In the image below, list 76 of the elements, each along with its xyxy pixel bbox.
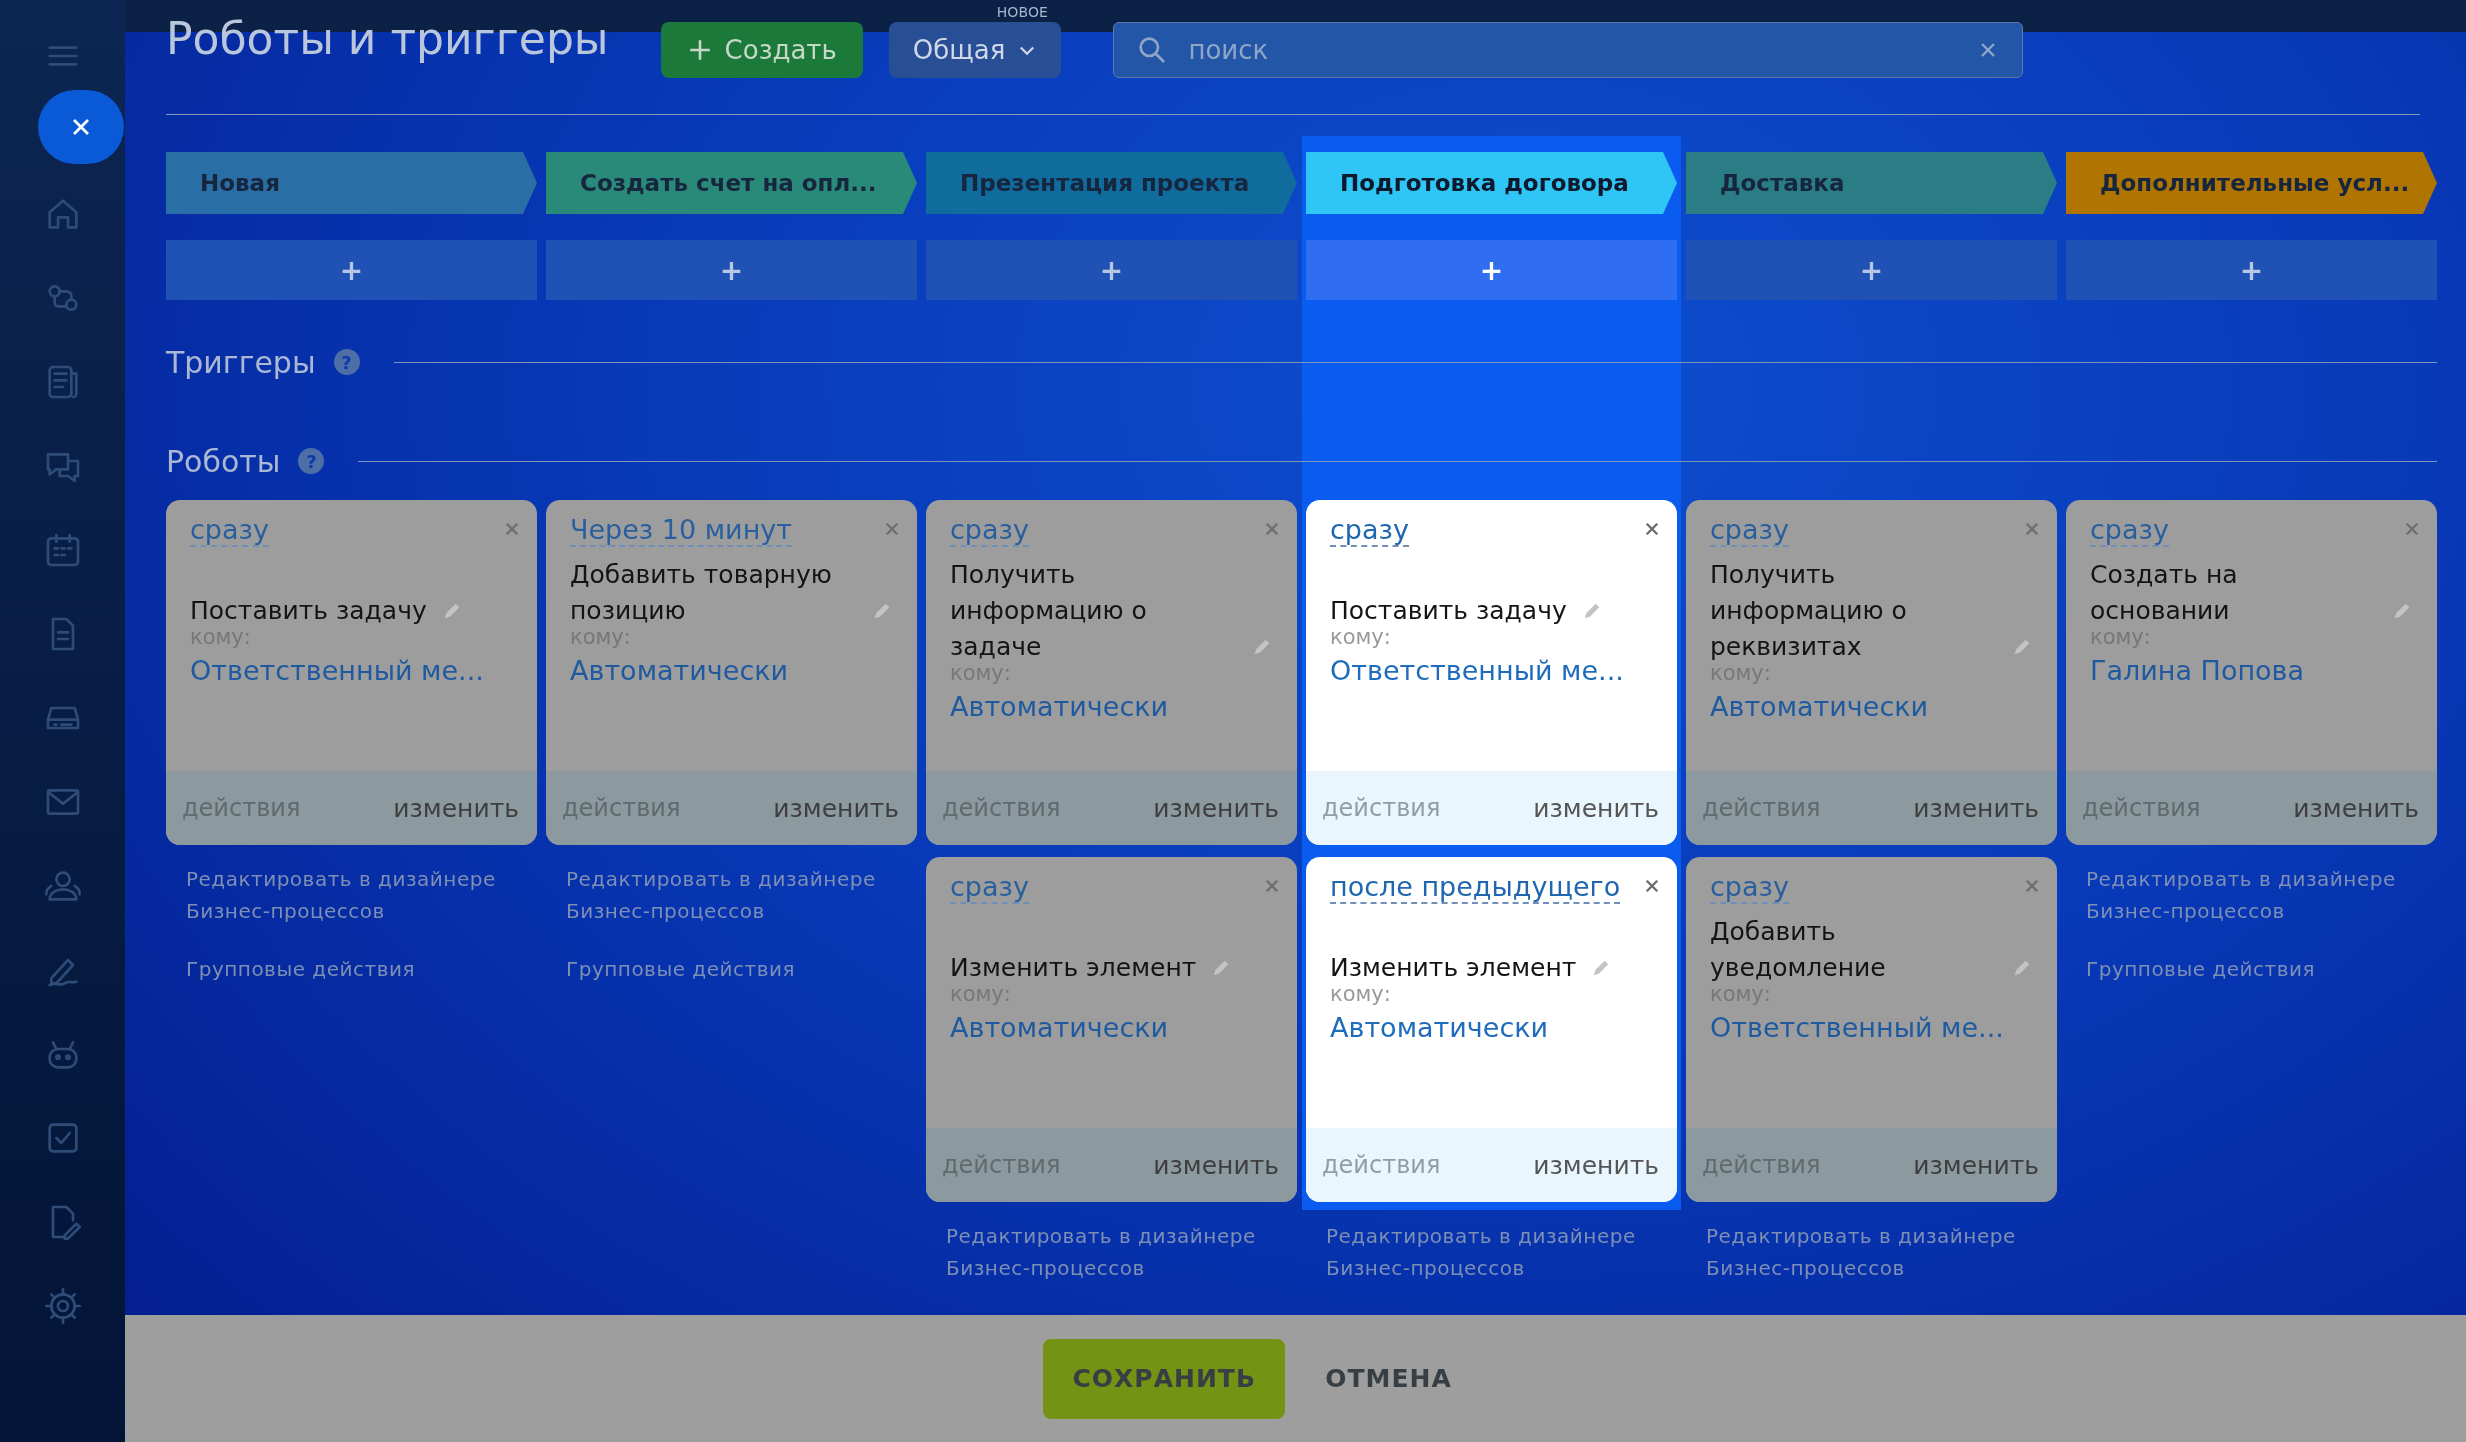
recipient-link[interactable]: Автоматически	[570, 655, 893, 687]
timing-link[interactable]: сразу	[950, 514, 1029, 548]
timing-link[interactable]: сразу	[2090, 514, 2169, 548]
robot-title: Изменить элемент	[1330, 952, 1577, 985]
recipient-link[interactable]: Автоматически	[1710, 691, 2033, 723]
robot-title: Поставить задачу	[190, 595, 427, 628]
recipient-label: кому:	[1330, 625, 1392, 650]
stage-tab[interactable]: Новая	[166, 152, 537, 214]
stage-tab[interactable]: Дополнительные усл...	[2066, 152, 2437, 214]
add-trigger-button[interactable]: +	[1686, 240, 2057, 300]
recipient-link[interactable]: Ответственный ме...	[190, 655, 513, 687]
robot-title: Добавить товарную позицию	[570, 559, 833, 628]
stage-tab[interactable]: Подготовка договора	[1306, 152, 1677, 214]
edit-link[interactable]: изменить	[1153, 793, 1281, 823]
designer-link[interactable]: Редактировать в дизайнере Бизнес-процессов	[1706, 1220, 2036, 1284]
robot-title: Изменить элемент	[950, 952, 1197, 985]
create-button[interactable]: Создать	[660, 22, 863, 78]
recipient-link[interactable]: Автоматически	[950, 1012, 1273, 1044]
timing-link[interactable]: сразу	[190, 514, 269, 548]
save-button[interactable]: СОХРАНИТЬ	[1043, 1338, 1286, 1419]
robot-title: Получить информацию о реквизитах	[1710, 559, 1908, 664]
designer-link[interactable]: Редактировать в дизайнере Бизнес-процессов	[946, 1220, 1276, 1284]
designer-link[interactable]: Редактировать в дизайнере Бизнес-процессов	[1326, 1220, 1656, 1284]
actions-label: действия	[1322, 794, 1441, 822]
timing-link[interactable]: сразу	[1710, 514, 1789, 548]
designer-link[interactable]: Групповые действия	[186, 953, 516, 985]
designer-link[interactable]: Групповые действия	[566, 953, 896, 985]
edit-link[interactable]: изменить	[1913, 793, 2041, 823]
close-button[interactable]	[37, 90, 124, 164]
edit-link[interactable]: изменить	[1153, 1150, 1281, 1180]
help-button[interactable]: ?	[298, 448, 325, 474]
timing-link[interactable]: сразу	[1710, 871, 1789, 905]
robot-title: Создать на основании	[2090, 559, 2239, 628]
close-icon[interactable]	[1643, 877, 1661, 895]
help-button[interactable]: ?	[333, 349, 360, 375]
new-label: НОВОЕ	[996, 4, 1048, 20]
add-trigger-button[interactable]: +	[2066, 240, 2437, 300]
recipient-link[interactable]: Автоматически	[950, 691, 1273, 723]
stage-tab[interactable]: Создать счет на опл...	[546, 152, 917, 214]
edit-link[interactable]: изменить	[2293, 793, 2421, 823]
robot-title: Добавить уведомление	[1710, 916, 1887, 985]
settings-icon[interactable]	[42, 1286, 83, 1326]
robot-title: Получить информацию о задаче	[950, 559, 1148, 664]
robot-title: Поставить задачу	[1330, 595, 1567, 628]
close-icon[interactable]	[1643, 520, 1661, 538]
edit-link[interactable]: изменить	[393, 793, 521, 823]
section-title: Роботы	[166, 443, 281, 479]
edit-link[interactable]: изменить	[1533, 793, 1661, 823]
mode-dropdown[interactable]: Общая	[888, 22, 1062, 78]
edit-link[interactable]: изменить	[1533, 1150, 1661, 1180]
recipient-link[interactable]: Галина Попова	[2090, 655, 2413, 687]
designer-link[interactable]: Редактировать в дизайнере Бизнес-процессов	[2086, 863, 2416, 927]
search-input[interactable]: поиск	[1186, 34, 1959, 66]
recipient-link[interactable]: Автоматически	[1330, 1012, 1653, 1044]
timing-link[interactable]: Через 10 минут	[570, 514, 793, 548]
add-trigger-button[interactable]: +	[166, 240, 537, 300]
stage-tab[interactable]: Доставка	[1686, 152, 2057, 214]
add-trigger-button[interactable]: +	[926, 240, 1297, 300]
timing-link[interactable]: сразу	[950, 871, 1029, 905]
add-trigger-button[interactable]: +	[546, 240, 917, 300]
cancel-button[interactable]: ОТМЕНА	[1319, 1363, 1458, 1394]
edit-link[interactable]: изменить	[773, 793, 901, 823]
recipient-label: кому:	[1330, 982, 1392, 1007]
recipient-link[interactable]: Ответственный ме...	[1330, 655, 1653, 687]
timing-link[interactable]: после предыдущего	[1330, 871, 1621, 905]
search-field[interactable]: поиск	[1113, 22, 2024, 78]
designer-link[interactable]: Редактировать в дизайнере Бизнес-процессов	[186, 863, 516, 927]
recipient-link[interactable]: Ответственный ме...	[1710, 1012, 2033, 1044]
actions-label: действия	[1322, 1151, 1441, 1179]
edit-link[interactable]: изменить	[1913, 1150, 2041, 1180]
stage-tab[interactable]: Презентация проекта	[926, 152, 1297, 214]
add-trigger-button[interactable]: +	[1306, 240, 1677, 300]
designer-link[interactable]: Групповые действия	[2086, 953, 2416, 985]
designer-link[interactable]: Редактировать в дизайнере Бизнес-процессов	[566, 863, 896, 927]
timing-link[interactable]: сразу	[1330, 514, 1409, 548]
section-title: Триггеры	[166, 344, 316, 380]
